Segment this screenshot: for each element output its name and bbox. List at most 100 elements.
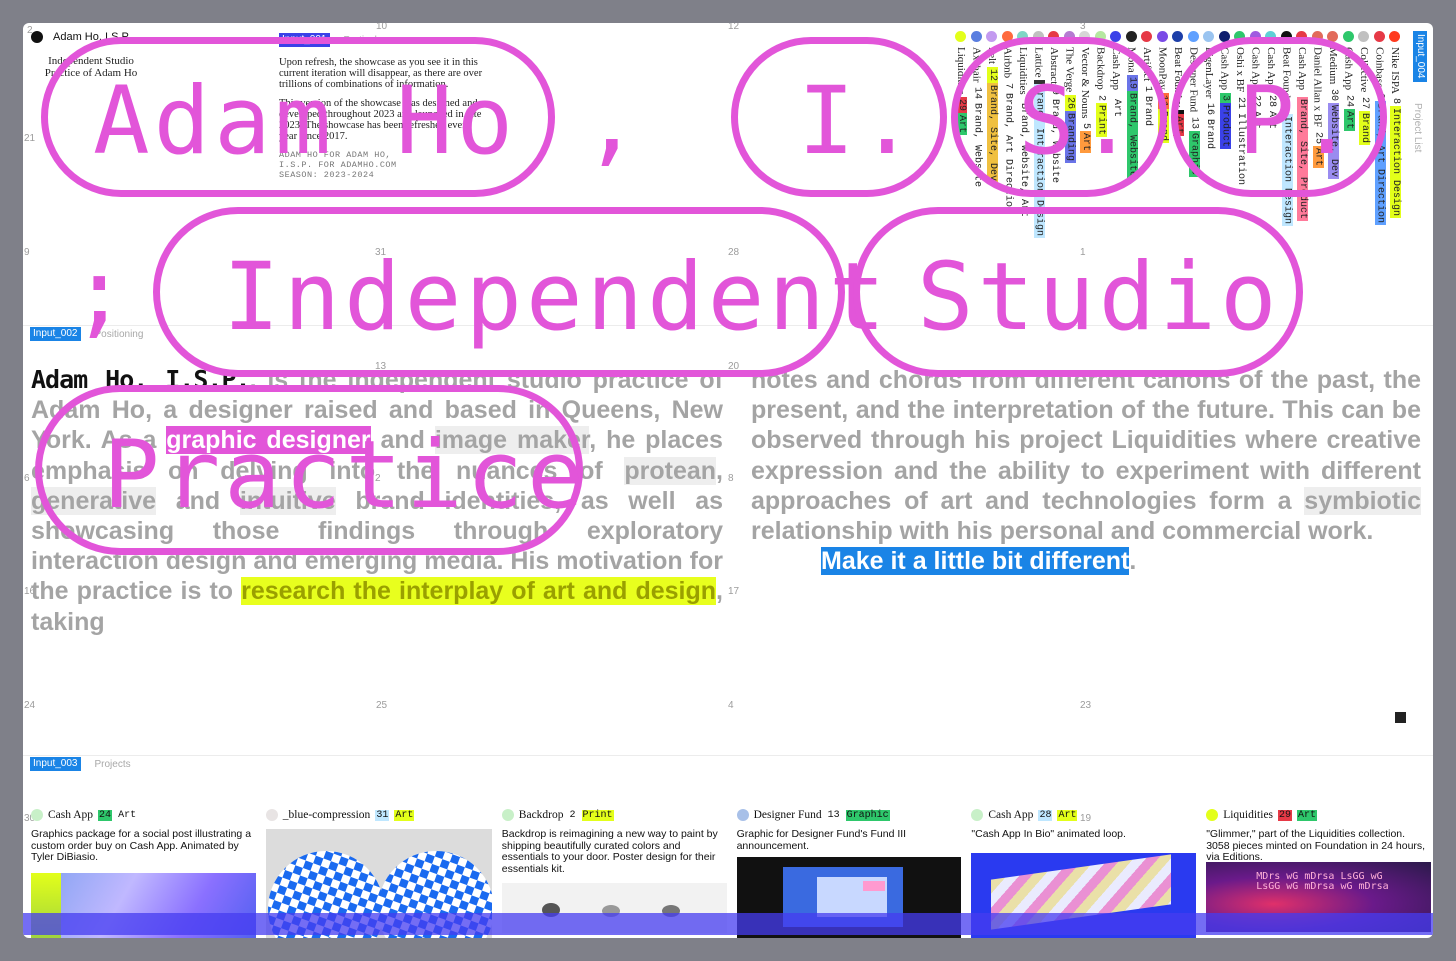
project-dot-icon [1311, 31, 1323, 42]
project-dot-icon [1017, 31, 1028, 42]
project-category: Brand, Site, Product [1297, 96, 1308, 221]
highlight-term[interactable]: research the interplay of art and design [241, 577, 717, 606]
brand-name: Adam Ho, I.S.P. [53, 31, 131, 43]
project-list-item[interactable]: Felt 12Brand, Site, Dev [984, 31, 1000, 251]
project-category: Brand [1142, 93, 1153, 128]
project-list-item[interactable]: EigenLayer 16Brand [1201, 31, 1217, 251]
grid-number: 20 [728, 361, 740, 372]
project-number: 26 [1064, 94, 1076, 111]
project-list-item[interactable]: Beat Foundry Interaction Design [1279, 31, 1295, 251]
project-list-item[interactable]: Cash App 22Art [1248, 31, 1264, 251]
particulars-paragraph: Upon refresh, the showcase as you see it… [279, 57, 483, 90]
project-dot-icon [1203, 31, 1214, 42]
project-list-item[interactable]: Axehair 14Brand, Website [969, 31, 985, 251]
project-category: Art [1111, 96, 1122, 119]
project-list-item[interactable]: Medium 30Website, Dev [1325, 31, 1341, 251]
card-category: Art [394, 809, 415, 821]
project-list-item[interactable]: Cash App 3Product [1217, 31, 1233, 251]
project-list-item[interactable]: Liquidities 29Art [953, 31, 969, 251]
square-button[interactable] [1395, 712, 1406, 723]
project-list-item[interactable]: Beat Foundry Art [1170, 31, 1186, 251]
motto[interactable]: Make it a little bit different [821, 547, 1130, 576]
positioning-paragraph-right: notes and chords from different canons o… [751, 365, 1421, 576]
card-category: Print [581, 809, 614, 821]
card-number: 31 [375, 809, 390, 821]
project-category: Website, Dev [1328, 103, 1339, 180]
card-description: Graphics package for a social post illus… [31, 828, 252, 863]
project-number: 13 [1188, 114, 1200, 131]
project-list-label: Airbnb 7Brand, Art Direction [1000, 47, 1016, 215]
project-category: Graphic [1188, 130, 1200, 177]
highlight-term[interactable]: image maker [434, 426, 590, 455]
grid-number: 8 [728, 473, 734, 484]
project-list-item[interactable]: Cash App 28Art [1263, 31, 1279, 251]
project-category: Brand, Interaction Design [1033, 84, 1045, 239]
project-number: 16 [1204, 101, 1215, 118]
project-dot-icon [1110, 31, 1121, 42]
project-list-item[interactable]: Liquidities Brand, Website, Art [1015, 31, 1031, 251]
paragraph-text: and [370, 426, 435, 455]
project-number: 12 [987, 66, 998, 83]
project-list-item[interactable]: The Verge 26Branding [1062, 31, 1078, 251]
credit-line: SEASON: 2023-2024 [279, 170, 375, 180]
project-category: Interaction Design [1281, 113, 1293, 226]
project-list-item[interactable]: Abstract 9Brand, Website [1046, 31, 1062, 251]
paragraph-text: relationship with his personal and comme… [751, 517, 1374, 546]
project-category: Product [1219, 102, 1231, 149]
project-dot-icon [1187, 31, 1199, 42]
project-name: Cash App [1110, 47, 1122, 93]
project-list-item[interactable]: Oshi x BF 21Illustration [1232, 31, 1248, 251]
project-list-label: Liquidities Brand, Website, Art [1015, 47, 1031, 220]
project-list-item[interactable]: Nike ISPA 8Interaction Design [1387, 31, 1403, 251]
card-title: Cash App [48, 809, 94, 821]
project-name: Cash App [1342, 47, 1355, 93]
project-list-item[interactable]: Artifact 1Brand [1139, 31, 1155, 251]
project-list-item[interactable]: Collective 27Brand [1356, 31, 1372, 251]
project-list-item[interactable]: Cash App Art [1108, 31, 1124, 251]
highlight-term[interactable]: intuitive [239, 486, 336, 515]
project-number: 2 [1095, 92, 1107, 103]
project-dot-icon [1373, 31, 1385, 42]
project-number: 28 [1266, 92, 1277, 109]
highlight-term[interactable]: protean [624, 456, 717, 485]
project-list-item[interactable]: Backdrop 2Print [1093, 31, 1109, 251]
input-tag: Input_001 [279, 33, 330, 47]
card-number: 28 [1038, 809, 1053, 821]
brand[interactable]: Adam Ho, I.S.P. [31, 31, 130, 43]
card-title: Cash App [988, 809, 1034, 821]
project-list-item[interactable]: Lattice Brand, Interaction Design [1031, 31, 1047, 251]
section-label: Project List [1412, 103, 1423, 153]
project-list-item[interactable]: Coinbase 6Brand, Art Direction [1372, 31, 1388, 251]
project-list-item[interactable]: Cash App Brand, Site, Product [1294, 31, 1310, 251]
card-title: Liquidities [1223, 809, 1274, 821]
project-name: Cash App [1249, 47, 1262, 93]
project-number: 1 [1142, 83, 1153, 94]
project-number: 3 [1219, 92, 1231, 103]
project-list-item[interactable]: Vector & Nouns 5Art [1077, 31, 1093, 251]
project-number: 7 [1002, 80, 1014, 91]
project-list-item[interactable]: MoonPay 11Brand [1155, 31, 1171, 251]
project-number: 11 [1157, 92, 1169, 109]
project-list-item[interactable]: Mona 19Brand, Website [1124, 31, 1140, 251]
project-list-item[interactable]: Cash App 24Art [1341, 31, 1357, 251]
project-list-item[interactable]: Daniel Allan x BF 25Art [1310, 31, 1326, 251]
project-list-label: Cash App 22Art [1248, 47, 1264, 131]
grid-number: 21 [24, 133, 36, 144]
highlight-term[interactable]: graphic designer [166, 426, 371, 455]
project-name: Oshi x BF [1234, 47, 1246, 95]
divider [23, 325, 1433, 326]
project-list-label: Cash App Art [1108, 47, 1124, 119]
brand-subtitle-line: Independent Studio [48, 55, 134, 67]
project-category: Print [1095, 102, 1107, 137]
project-dot-icon [1296, 31, 1307, 42]
highlight-term[interactable]: symbiotic [1304, 486, 1421, 515]
grid-number: 4 [728, 700, 734, 711]
project-list-label: The Verge 26Branding [1062, 47, 1078, 163]
project-number: 6 [1374, 90, 1386, 101]
project-list-label: Lattice Brand, Interaction Design [1031, 47, 1047, 239]
project-dot-icon [1389, 31, 1400, 42]
project-dot-icon [1156, 31, 1168, 42]
project-list-item[interactable]: Airbnb 7Brand, Art Direction [1000, 31, 1016, 251]
project-list-item[interactable]: Designer Fund 13Graphic [1186, 31, 1202, 251]
highlight-term[interactable]: generative [31, 486, 157, 515]
